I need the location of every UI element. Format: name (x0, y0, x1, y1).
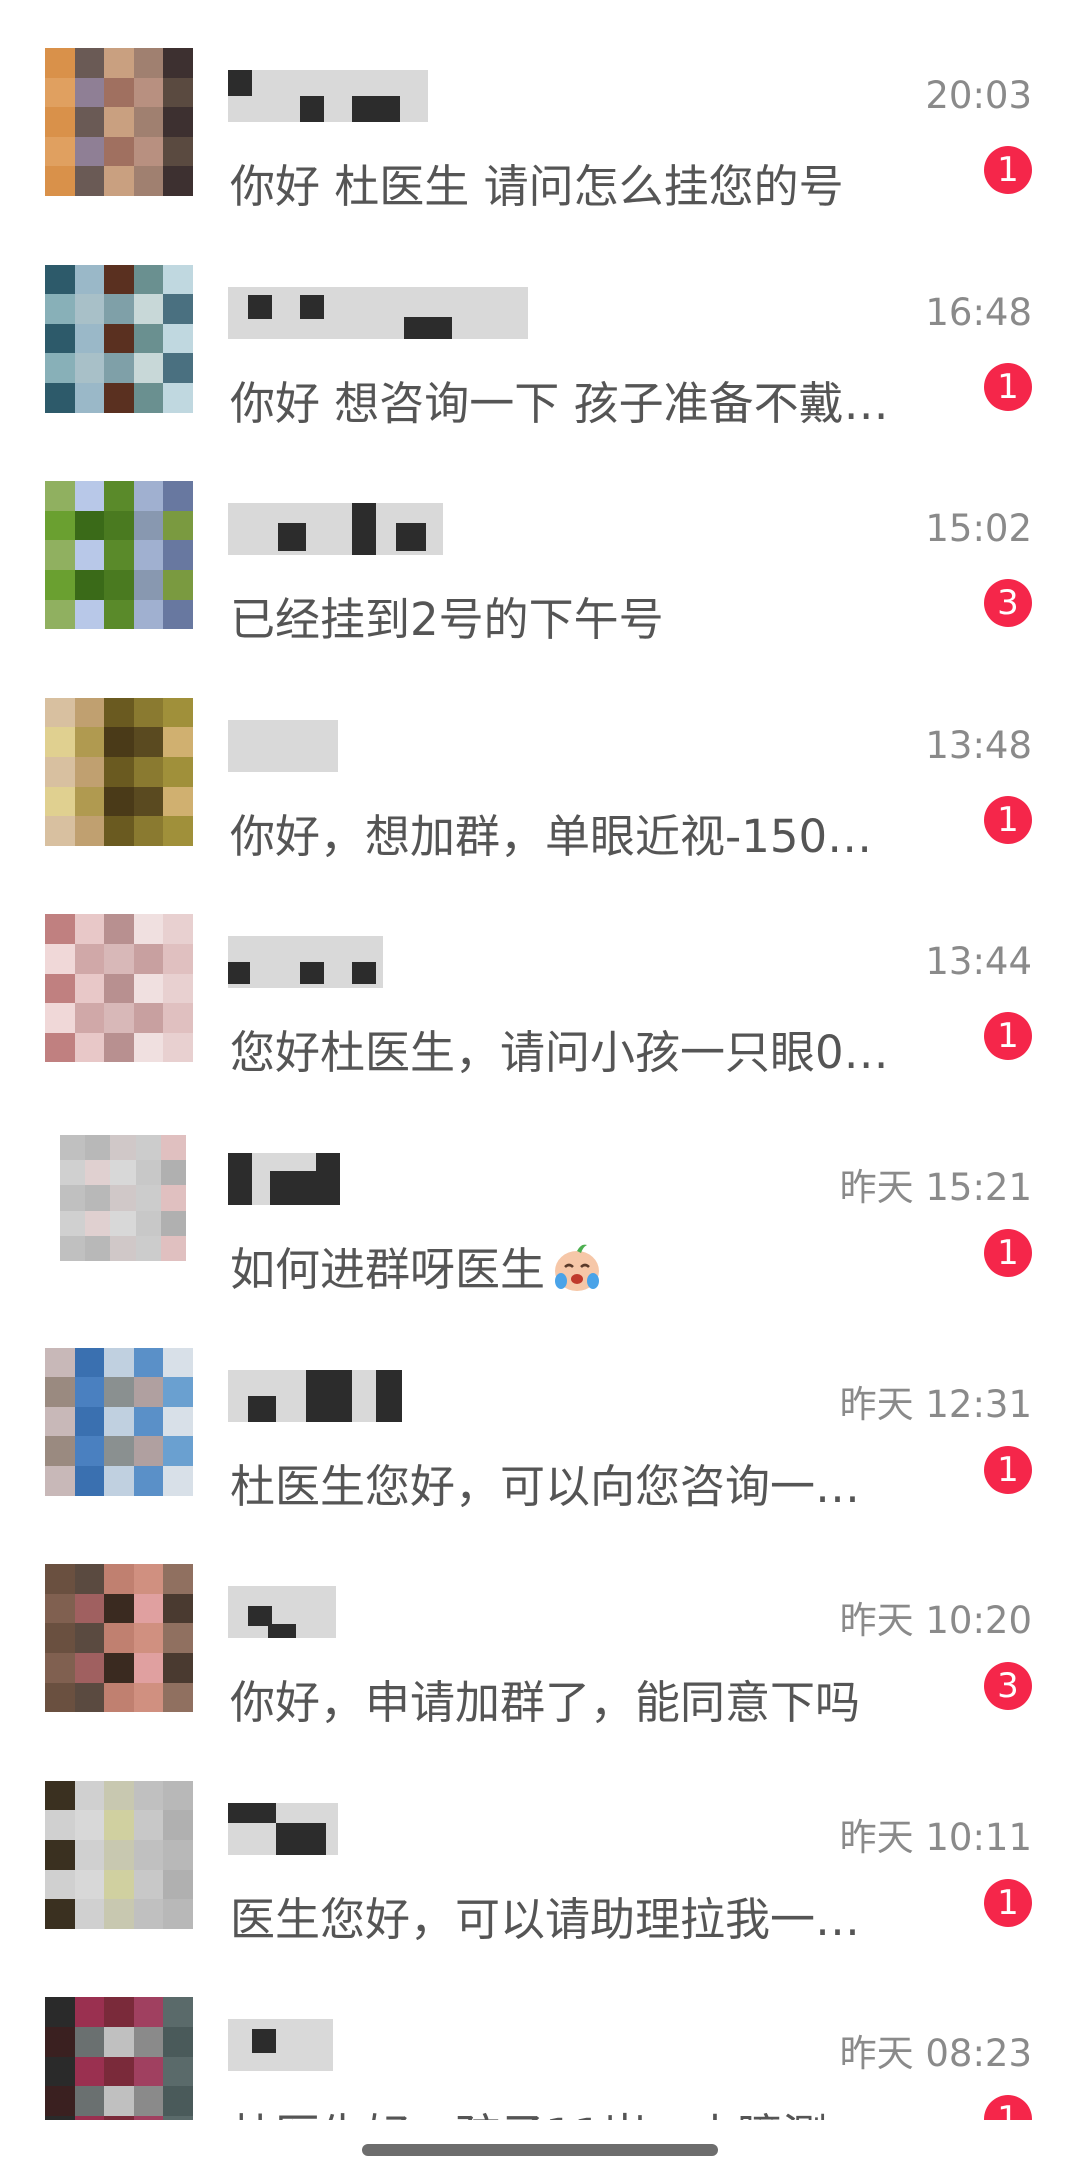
unread-count-badge: 1 (984, 1445, 1032, 1494)
message-time: 昨天 10:11 (839, 1815, 1032, 1859)
message-preview-text: 你好 杜医生 请问怎么挂您的号 (230, 160, 844, 213)
contact-name-redacted (228, 936, 383, 989)
contact-name-redacted (228, 1153, 340, 1205)
message-preview: 你好，想加群，单眼近视-150… (230, 800, 930, 865)
message-preview: 如何进群呀医生 (230, 1233, 930, 1298)
contact-name-redacted (228, 70, 428, 122)
unread-count-badge: 1 (984, 795, 1032, 844)
contact-name-redacted (228, 1369, 402, 1422)
message-time: 13:44 (925, 940, 1032, 984)
message-preview: 医生您好，可以请助理拉我一… (230, 1883, 930, 1948)
message-preview: 杜医生您好，可以向您咨询一… (230, 1450, 930, 1515)
message-preview-text: 医生您好，可以请助理拉我一… (230, 1892, 861, 1946)
conversation-item[interactable]: 13:48 你好，想加群，单眼近视-150… 1 (0, 650, 1080, 866)
conversation-item[interactable]: 昨天 12:31 杜医生您好，可以向您咨询一… 1 (0, 1300, 1080, 1516)
message-preview-text: 你好 想咨询一下 孩子准备不戴… (230, 376, 889, 430)
message-preview: 已经挂到2号的下午号 (230, 583, 930, 648)
conversation-item[interactable]: 昨天 10:11 医生您好，可以请助理拉我一… 1 (0, 1733, 1080, 1949)
unread-count-badge: 3 (984, 579, 1032, 628)
conversation-item[interactable]: 13:44 您好杜医生，请问小孩一只眼0… 1 (0, 866, 1080, 1082)
contact-name-redacted (228, 2019, 333, 2072)
unread-count-badge: 1 (984, 1012, 1032, 1061)
message-time: 昨天 15:21 (839, 1166, 1032, 1209)
unread-count-badge: 1 (984, 362, 1032, 411)
message-preview-text: 你好，想加群，单眼近视-150… (230, 809, 873, 863)
conversation-item[interactable]: 20:03 你好 杜医生 请问怎么挂您的号 1 (0, 0, 1080, 216)
avatar[interactable] (45, 1564, 193, 1713)
avatar[interactable] (45, 48, 193, 196)
message-preview-text: 您好杜医生，请问小孩一只眼0… (230, 1026, 889, 1080)
avatar[interactable] (45, 914, 193, 1063)
contact-name-redacted (228, 503, 443, 556)
message-preview: 你好 杜医生 请问怎么挂您的号 (230, 150, 930, 215)
unread-count-badge: 3 (984, 1662, 1032, 1711)
unread-count-badge: 1 (984, 146, 1032, 194)
conversation-item[interactable]: 昨天 15:21 如何进群呀医生 1 (0, 1083, 1080, 1299)
contact-name-redacted (228, 286, 528, 339)
message-preview-text: 杜医生您好，可以向您咨询一… (230, 1459, 861, 1513)
message-time: 20:03 (925, 74, 1032, 117)
avatar[interactable] (45, 697, 193, 846)
contact-name-redacted (228, 1802, 338, 1855)
conversation-item[interactable]: 16:48 你好 想咨询一下 孩子准备不戴… 1 (0, 217, 1080, 433)
avatar[interactable] (45, 1347, 193, 1496)
unread-count-badge: 1 (984, 1878, 1032, 1927)
contact-name-redacted (228, 1586, 336, 1639)
message-time: 昨天 10:20 (839, 1599, 1032, 1643)
conversation-item[interactable]: 15:02 已经挂到2号的下午号 3 (0, 433, 1080, 649)
crying-face-emoji-icon (555, 1244, 600, 1291)
message-preview-text: 你好，申请加群了，能同意下吗 (230, 1676, 861, 1730)
message-preview: 你好 想咨询一下 孩子准备不戴… (230, 367, 930, 432)
avatar[interactable] (45, 481, 193, 630)
unread-count-badge: 1 (984, 1229, 1032, 1277)
message-preview: 你好，申请加群了，能同意下吗 (230, 1666, 930, 1731)
conversation-item[interactable]: 昨天 10:20 你好，申请加群了，能同意下吗 3 (0, 1516, 1080, 1732)
home-indicator[interactable] (362, 2144, 718, 2156)
message-preview-text: 如何进群呀医生 (230, 1243, 546, 1296)
message-time: 16:48 (925, 290, 1032, 334)
avatar[interactable] (45, 1780, 193, 1929)
message-time: 昨天 12:31 (839, 1382, 1032, 1426)
avatar[interactable] (60, 1135, 186, 1261)
message-preview: 您好杜医生，请问小孩一只眼0… (230, 1016, 930, 1081)
message-time: 15:02 (925, 507, 1032, 551)
avatar[interactable] (45, 264, 193, 413)
contact-name-redacted (228, 719, 338, 772)
message-preview-text: 已经挂到2号的下午号 (230, 593, 664, 647)
message-time: 昨天 08:23 (839, 2032, 1032, 2076)
message-time: 13:48 (925, 723, 1032, 767)
